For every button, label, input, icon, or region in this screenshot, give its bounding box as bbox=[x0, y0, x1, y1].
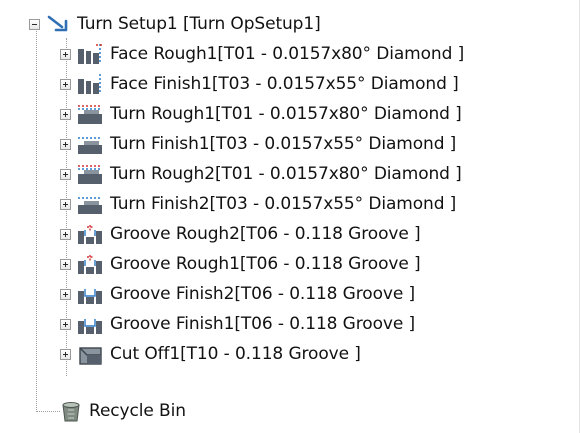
tree-item-operation[interactable]: Face Finish1[T03 - 0.0157x55° Diamond ] bbox=[60, 69, 459, 99]
operations-tree-panel: Turn Setup1 [Turn OpSetup1] Face Rough1[… bbox=[0, 0, 580, 433]
turn-finish-icon bbox=[75, 192, 105, 216]
tree-item-label: Turn Rough1[T01 - 0.0157x80° Diamond ] bbox=[110, 104, 462, 124]
groove-finish-icon bbox=[75, 312, 105, 336]
cut-off-icon bbox=[75, 342, 105, 366]
tree-item-label: Groove Finish2[T06 - 0.118 Groove ] bbox=[110, 284, 416, 304]
groove-finish-icon bbox=[75, 282, 105, 306]
expand-toggle[interactable] bbox=[60, 288, 71, 300]
tree-item-operation[interactable]: Cut Off1[T10 - 0.118 Groove ] bbox=[60, 339, 361, 369]
tree-item-label: Turn Finish1[T03 - 0.0157x55° Diamond ] bbox=[110, 134, 457, 154]
tree-item-label: Cut Off1[T10 - 0.118 Groove ] bbox=[110, 344, 361, 364]
tree-item-recycle-bin[interactable]: Recycle Bin bbox=[58, 396, 186, 426]
tree-item-label: Turn Setup1 [Turn OpSetup1] bbox=[77, 14, 321, 34]
tree-item-label: Face Finish1[T03 - 0.0157x55° Diamond ] bbox=[110, 74, 459, 94]
tree-item-label: Groove Rough1[T06 - 0.118 Groove ] bbox=[110, 254, 421, 274]
expand-toggle[interactable] bbox=[60, 138, 71, 150]
tree-item-turn-setup[interactable]: Turn Setup1 [Turn OpSetup1] bbox=[29, 9, 321, 39]
tree-item-label: Face Rough1[T01 - 0.0157x80° Diamond ] bbox=[110, 44, 465, 64]
tree-item-operation[interactable]: Turn Finish2[T03 - 0.0157x55° Diamond ] bbox=[60, 189, 456, 219]
tree-item-label: Groove Finish1[T06 - 0.118 Groove ] bbox=[110, 314, 416, 334]
tree-item-operation[interactable]: Face Rough1[T01 - 0.0157x80° Diamond ] bbox=[60, 39, 464, 69]
tree-item-label: Groove Rough2[T06 - 0.118 Groove ] bbox=[110, 224, 421, 244]
expand-toggle[interactable] bbox=[60, 78, 71, 90]
tree-connector-root bbox=[36, 24, 37, 412]
tree-item-operation[interactable]: Groove Rough1[T06 - 0.118 Groove ] bbox=[60, 249, 421, 279]
face-operation-icon bbox=[75, 42, 105, 66]
turn-finish-icon bbox=[75, 132, 105, 156]
tree-item-operation[interactable]: Turn Finish1[T03 - 0.0157x55° Diamond ] bbox=[60, 129, 456, 159]
expand-toggle[interactable] bbox=[60, 168, 71, 180]
collapse-toggle[interactable] bbox=[29, 18, 40, 30]
expand-toggle[interactable] bbox=[60, 198, 71, 210]
tree-connector-recycle bbox=[36, 411, 60, 412]
tree-item-operation[interactable]: Turn Rough1[T01 - 0.0157x80° Diamond ] bbox=[60, 99, 462, 129]
face-operation-icon bbox=[75, 72, 105, 96]
tree-item-label: Recycle Bin bbox=[89, 401, 186, 421]
groove-rough-icon bbox=[75, 252, 105, 276]
tree-item-operation[interactable]: Groove Rough2[T06 - 0.118 Groove ] bbox=[60, 219, 421, 249]
tree-item-label: Turn Finish2[T03 - 0.0157x55° Diamond ] bbox=[110, 194, 457, 214]
expand-toggle[interactable] bbox=[60, 228, 71, 240]
expand-toggle[interactable] bbox=[60, 108, 71, 120]
tree-item-operation[interactable]: Turn Rough2[T01 - 0.0157x80° Diamond ] bbox=[60, 159, 462, 189]
expand-toggle[interactable] bbox=[60, 318, 71, 330]
tree-item-operation[interactable]: Groove Finish1[T06 - 0.118 Groove ] bbox=[60, 309, 415, 339]
expand-toggle[interactable] bbox=[60, 348, 71, 360]
tree-item-label: Turn Rough2[T01 - 0.0157x80° Diamond ] bbox=[110, 164, 462, 184]
turn-setup-icon bbox=[44, 12, 72, 36]
turn-rough-icon bbox=[75, 162, 105, 186]
tree-item-operation[interactable]: Groove Finish2[T06 - 0.118 Groove ] bbox=[60, 279, 415, 309]
expand-toggle[interactable] bbox=[60, 258, 71, 270]
recycle-bin-icon bbox=[58, 399, 84, 423]
turn-rough-icon bbox=[75, 102, 105, 126]
groove-rough-icon bbox=[75, 222, 105, 246]
expand-toggle[interactable] bbox=[60, 48, 71, 60]
